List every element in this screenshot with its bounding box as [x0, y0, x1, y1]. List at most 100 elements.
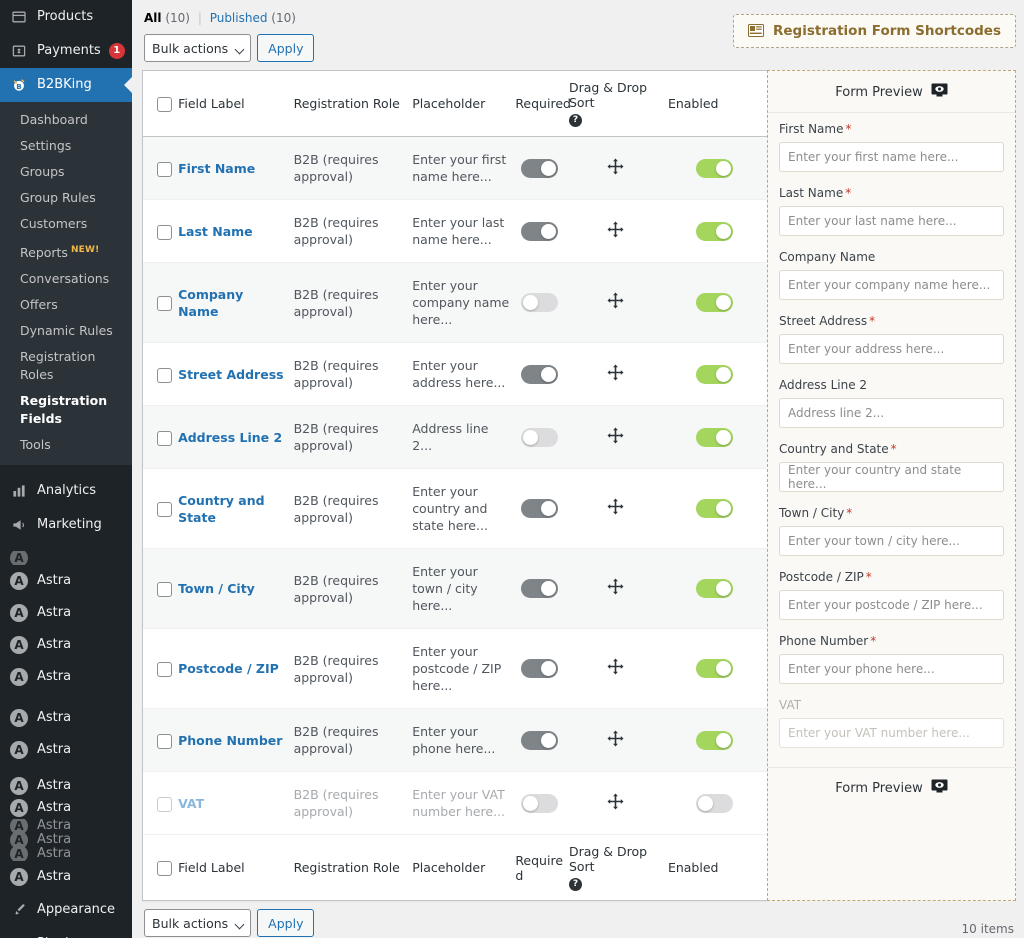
header-enabled[interactable]: Enabled — [668, 71, 767, 137]
submenu-item-group-rules[interactable]: Group Rules — [0, 185, 132, 211]
footer-registration-role[interactable]: Registration Role — [294, 835, 413, 901]
drag-handle-icon[interactable] — [607, 364, 624, 385]
sidebar-item-appearance[interactable]: Appearance — [0, 893, 132, 927]
field-label-link[interactable]: Phone Number — [178, 733, 282, 748]
registration-form-shortcodes-button[interactable]: Registration Form Shortcodes — [733, 14, 1016, 48]
preview-field-input[interactable]: Enter your postcode / ZIP here... — [779, 590, 1004, 620]
sidebar-item-analytics[interactable]: Analytics — [0, 474, 132, 508]
sidebar-item-products[interactable]: Products — [0, 0, 132, 34]
required-toggle[interactable] — [520, 793, 558, 813]
drag-handle-icon[interactable] — [607, 658, 624, 679]
submenu-item-dashboard[interactable]: Dashboard — [0, 107, 132, 133]
row-checkbox[interactable] — [157, 296, 172, 311]
footer-placeholder[interactable]: Placeholder — [412, 835, 515, 901]
sidebar-item-astra-7[interactable]: A Astra — [0, 775, 132, 797]
preview-field-input[interactable]: Enter your phone here... — [779, 654, 1004, 684]
row-checkbox[interactable] — [157, 662, 172, 677]
required-toggle[interactable] — [520, 579, 558, 598]
enabled-toggle[interactable] — [695, 793, 733, 813]
sidebar-item-astra-3[interactable]: A Astra — [0, 629, 132, 661]
preview-field-input[interactable]: Enter your last name here... — [779, 206, 1004, 236]
submenu-item-offers[interactable]: Offers — [0, 292, 132, 318]
required-toggle[interactable] — [520, 730, 558, 750]
footer-field-label[interactable]: Field Label — [178, 835, 294, 901]
preview-field-input[interactable]: Enter your company name here... — [779, 270, 1004, 300]
enabled-toggle[interactable] — [695, 499, 733, 518]
drag-handle-icon[interactable] — [607, 292, 624, 313]
header-required[interactable]: Required — [515, 71, 571, 137]
select-all-checkbox-footer[interactable] — [157, 860, 172, 876]
required-toggle[interactable] — [520, 427, 558, 447]
enabled-toggle[interactable] — [695, 659, 733, 678]
sidebar-item-astra-5[interactable]: A Astra — [0, 702, 132, 734]
submenu-item-conversations[interactable]: Conversations — [0, 266, 132, 292]
submenu-item-groups[interactable]: Groups — [0, 159, 132, 185]
drag-handle-icon[interactable] — [607, 158, 624, 179]
bulk-actions-select-bottom[interactable]: Bulk actions — [144, 909, 252, 937]
help-icon[interactable]: ? — [568, 878, 582, 891]
preview-field-input[interactable]: Enter your VAT number here... — [779, 718, 1004, 748]
enabled-toggle[interactable] — [695, 293, 733, 312]
enabled-toggle[interactable] — [695, 427, 733, 447]
select-all-checkbox[interactable] — [157, 96, 172, 112]
sidebar-item-payments[interactable]: Payments 1 — [0, 34, 132, 68]
field-label-link[interactable]: First Name — [178, 161, 255, 176]
sidebar-item-marketing[interactable]: Marketing — [0, 508, 132, 542]
enabled-toggle[interactable] — [695, 579, 733, 598]
row-checkbox[interactable] — [157, 796, 172, 812]
bulk-actions-select[interactable]: Bulk actions — [144, 34, 252, 62]
sidebar-item-astra-6[interactable]: A Astra — [0, 734, 132, 766]
submenu-item-tools[interactable]: Tools — [0, 432, 132, 458]
enabled-toggle[interactable] — [695, 364, 733, 384]
header-placeholder[interactable]: Placeholder — [412, 71, 515, 137]
footer-required[interactable]: Required — [515, 835, 569, 901]
preview-field-input[interactable]: Enter your first name here... — [779, 142, 1004, 172]
required-toggle[interactable] — [520, 499, 558, 518]
drag-handle-icon[interactable] — [607, 427, 624, 448]
required-toggle[interactable] — [520, 158, 558, 178]
field-label-link[interactable]: Country and State — [178, 493, 264, 525]
sidebar-item-b2bking[interactable]: B B2BKing — [0, 68, 132, 102]
required-toggle[interactable] — [520, 293, 558, 312]
submenu-item-customers[interactable]: Customers — [0, 211, 132, 237]
field-label-link[interactable]: Company Name — [178, 287, 243, 319]
help-icon[interactable]: ? — [568, 114, 582, 127]
field-label-link[interactable]: Last Name — [178, 224, 253, 239]
footer-enabled[interactable]: Enabled — [668, 835, 767, 901]
sidebar-item-astra-12[interactable]: A Astra — [0, 861, 132, 893]
drag-handle-icon[interactable] — [607, 793, 624, 814]
field-label-link[interactable]: Postcode / ZIP — [178, 661, 279, 676]
field-label-link[interactable]: Address Line 2 — [178, 430, 282, 445]
required-toggle[interactable] — [520, 364, 558, 384]
preview-field-input[interactable]: Address line 2... — [779, 398, 1004, 428]
submenu-item-reports[interactable]: Reports NEW! — [0, 237, 132, 266]
view-published-link[interactable]: Published — [210, 11, 268, 25]
row-checkbox[interactable] — [157, 367, 172, 383]
header-registration-role[interactable]: Registration Role — [294, 71, 413, 137]
sidebar-item-astra-11[interactable]: A Astra — [0, 847, 132, 862]
sidebar-item-astra-1[interactable]: A Astra — [0, 565, 132, 597]
field-label-link[interactable]: Street Address — [178, 367, 284, 382]
row-checkbox[interactable] — [157, 582, 172, 597]
drag-handle-icon[interactable] — [607, 498, 624, 519]
sidebar-item-astra-2[interactable]: A Astra — [0, 597, 132, 629]
enabled-toggle[interactable] — [695, 730, 733, 750]
field-label-link[interactable]: VAT — [178, 796, 204, 811]
preview-field-input[interactable]: Enter your town / city here... — [779, 526, 1004, 556]
row-checkbox[interactable] — [157, 224, 172, 240]
sidebar-item-astra-10[interactable]: A Astra — [0, 833, 132, 848]
required-toggle[interactable] — [520, 659, 558, 678]
submenu-item-settings[interactable]: Settings — [0, 133, 132, 159]
sidebar-item-astra-8[interactable]: A Astra — [0, 797, 132, 819]
submenu-item-dynamic-rules[interactable]: Dynamic Rules — [0, 318, 132, 344]
row-checkbox[interactable] — [157, 733, 172, 749]
header-field-label[interactable]: Field Label — [178, 71, 294, 137]
enabled-toggle[interactable] — [695, 158, 733, 178]
submenu-item-registration-fields[interactable]: Registration Fields — [0, 388, 132, 432]
drag-handle-icon[interactable] — [607, 578, 624, 599]
required-toggle[interactable] — [520, 221, 558, 241]
view-all-link[interactable]: All — [144, 11, 162, 25]
sidebar-item-plugins[interactable]: Plugins — [0, 927, 132, 938]
field-label-link[interactable]: Town / City — [178, 581, 255, 596]
drag-handle-icon[interactable] — [607, 221, 624, 242]
